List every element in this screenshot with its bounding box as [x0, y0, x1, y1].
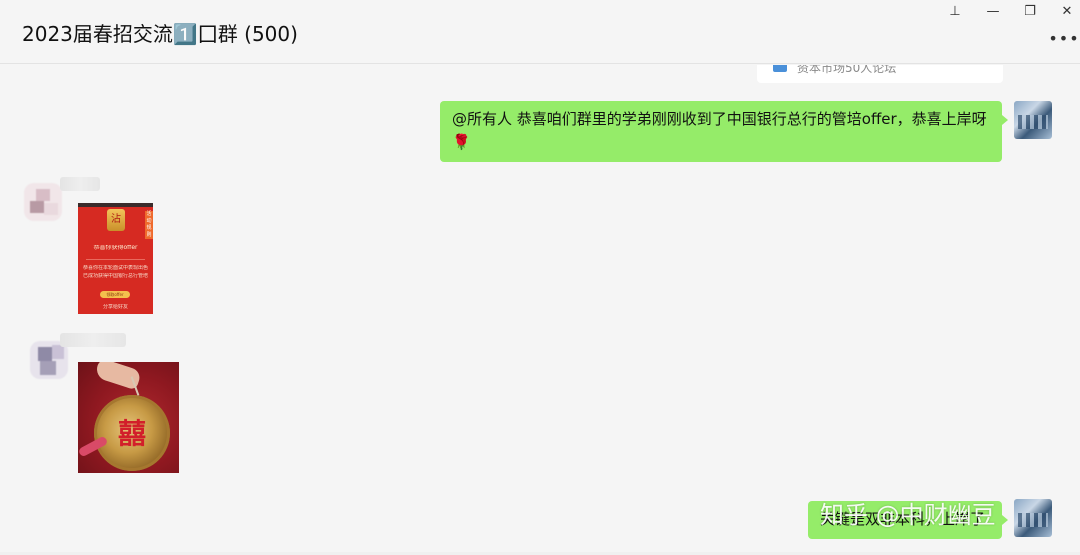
- minimize-icon[interactable]: —: [982, 2, 1004, 20]
- link-card-icon: [773, 65, 787, 72]
- group-title: 2023届春招交流1️⃣囗群 (500): [22, 22, 298, 46]
- offer-line-2: 已成功获得中国银行总行管培: [82, 273, 148, 279]
- more-options-icon[interactable]: •••: [1048, 29, 1078, 48]
- chat-header: 2023届春招交流1️⃣囗群 (500) ⊥ — ❐ ✕ •••: [0, 0, 1080, 64]
- message-text: @所有人 恭喜咱们群里的学弟刚刚收到了中国银行总行的管培offer，恭喜上岸呀🌹: [452, 110, 987, 151]
- offer-line-1: 恭喜你在本轮面试中表现出色: [82, 265, 148, 271]
- offer-headline: 恭喜你获得offer: [93, 245, 138, 251]
- my-message-bubble[interactable]: 关键是双非本科，上岸了: [808, 501, 1008, 539]
- my-avatar[interactable]: [1014, 101, 1052, 139]
- rules-tag: 活动规则: [145, 211, 153, 239]
- share-footer: 分享给好友: [102, 304, 128, 310]
- close-icon[interactable]: ✕: [1056, 2, 1078, 20]
- image-top-band: [78, 203, 153, 207]
- link-card-source: 资本市场50人论坛: [797, 65, 897, 75]
- my-message-bubble[interactable]: @所有人 恭喜咱们群里的学弟刚刚收到了中国银行总行的管培offer，恭喜上岸呀🌹: [440, 101, 1008, 162]
- divider: [86, 259, 145, 260]
- double-happiness-glyph: 囍: [117, 417, 146, 450]
- member-name-blurred: [60, 177, 100, 191]
- message-text: 关键是双非本科，上岸了: [820, 510, 986, 528]
- offer-image-message[interactable]: 沾 活动规则 恭喜你获得offer 恭喜你在本轮面试中表现出色 已成功获得中国银…: [78, 203, 153, 314]
- message-list[interactable]: 资本市场50人论坛 @所有人 恭喜咱们群里的学弟刚刚收到了中国银行总行的管培of…: [0, 65, 1080, 555]
- link-card-preview[interactable]: 资本市场50人论坛: [757, 65, 1003, 83]
- pin-icon[interactable]: ⊥: [944, 2, 966, 20]
- member-name-blurred: [60, 333, 126, 347]
- restore-icon[interactable]: ❐: [1019, 2, 1041, 20]
- gong-image-message[interactable]: 囍: [78, 362, 179, 473]
- member-avatar[interactable]: [24, 183, 62, 221]
- my-avatar[interactable]: [1014, 499, 1052, 537]
- can-icon: 沾: [107, 209, 125, 231]
- claim-offer-button: 领取offer: [100, 291, 130, 298]
